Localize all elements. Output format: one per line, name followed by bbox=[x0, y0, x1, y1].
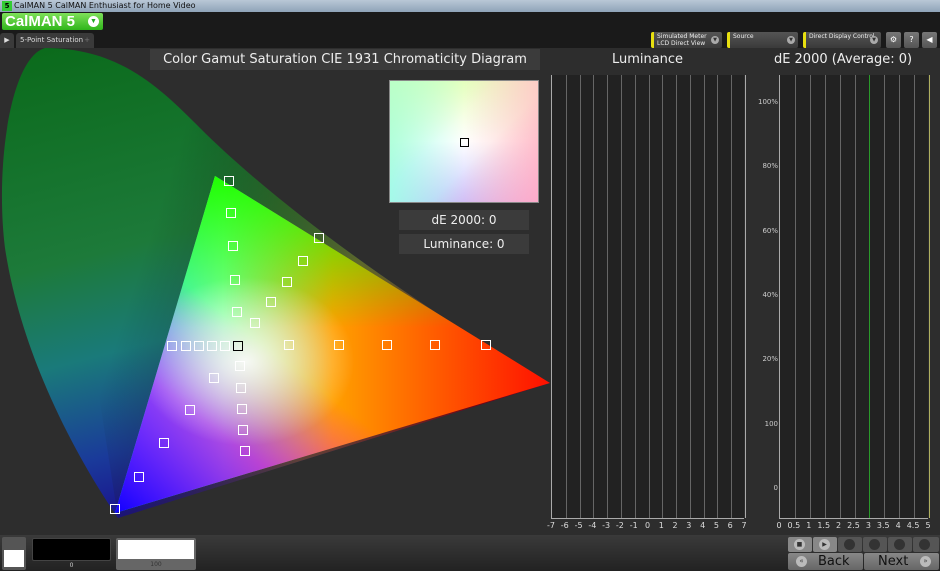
app-icon: 5 bbox=[2, 1, 12, 11]
x-tick-label: 7 bbox=[741, 521, 747, 530]
stop-icon: ■ bbox=[794, 539, 805, 550]
grid-line bbox=[794, 75, 796, 518]
grid-line bbox=[884, 75, 886, 518]
grid-line bbox=[593, 75, 595, 518]
tab-label: 5-Point Saturation bbox=[20, 36, 84, 44]
y-tick-label: 20% bbox=[762, 355, 778, 364]
grid-line bbox=[854, 75, 856, 518]
control-button[interactable] bbox=[863, 537, 887, 552]
grid-line bbox=[662, 75, 664, 518]
control-button[interactable] bbox=[913, 537, 939, 552]
control-button[interactable] bbox=[838, 537, 862, 552]
grid-line bbox=[676, 75, 678, 518]
double-chevron-left-icon: « bbox=[796, 556, 807, 567]
double-chevron-right-icon: » bbox=[920, 556, 931, 567]
grid-line bbox=[809, 75, 811, 518]
add-tab-icon[interactable]: + bbox=[84, 33, 90, 48]
back-label: Back bbox=[818, 554, 850, 569]
grid-line bbox=[620, 75, 622, 518]
next-button[interactable]: Next » bbox=[864, 553, 939, 570]
grid-line bbox=[607, 75, 609, 518]
play-button[interactable]: ▶ bbox=[813, 537, 837, 552]
window-title: CalMAN 5 CalMAN Enthusiast for Home Vide… bbox=[14, 1, 196, 10]
y-tick-label: 60% bbox=[762, 226, 778, 235]
circle-icon bbox=[844, 539, 855, 550]
y-tick-label: 40% bbox=[762, 290, 778, 299]
black-swatch[interactable] bbox=[32, 538, 111, 561]
luminance-readout: Luminance: 0 bbox=[399, 234, 529, 254]
black-swatch-label: 0 bbox=[69, 562, 74, 569]
swatch-toggle[interactable] bbox=[2, 537, 26, 570]
grid-line bbox=[689, 75, 691, 518]
tab-bar bbox=[0, 32, 940, 48]
collapse-icon[interactable]: ◀ bbox=[922, 32, 937, 48]
calman-menu-button[interactable]: CalMAN 5 ▼ bbox=[2, 13, 103, 30]
y-tick-label: 100% bbox=[757, 98, 778, 106]
grid-line bbox=[648, 75, 650, 518]
play-icon: ▶ bbox=[819, 539, 830, 550]
cie-title: Color Gamut Saturation CIE 1931 Chromati… bbox=[150, 49, 540, 70]
source-dropdown[interactable]: Source ▼ bbox=[727, 32, 798, 48]
white-swatch-fill bbox=[118, 540, 194, 559]
stop-button[interactable]: ■ bbox=[788, 537, 812, 552]
grid-line bbox=[899, 75, 901, 518]
control-button[interactable] bbox=[888, 537, 912, 552]
target-marker bbox=[460, 138, 469, 147]
logo-text: CalMAN 5 bbox=[5, 13, 76, 30]
y-tick-label: 80% bbox=[762, 162, 778, 171]
play-workflow-button[interactable]: ▶ bbox=[0, 33, 14, 48]
gear-icon[interactable]: ⚙ bbox=[886, 32, 901, 48]
y-tick-label: 100 bbox=[764, 419, 778, 428]
luminance-chart bbox=[551, 75, 746, 519]
de-readout: dE 2000: 0 bbox=[399, 210, 529, 230]
next-label: Next bbox=[878, 554, 909, 569]
threshold-line bbox=[869, 75, 871, 518]
grid-line bbox=[929, 75, 930, 518]
grid-line bbox=[579, 75, 581, 518]
grid-line bbox=[717, 75, 719, 518]
grid-line bbox=[565, 75, 567, 518]
grid-line bbox=[824, 75, 826, 518]
x-tick-label: 5 bbox=[925, 521, 931, 530]
grid-line bbox=[731, 75, 733, 518]
display-control-dropdown[interactable]: Direct Display Control ▼ bbox=[803, 32, 881, 48]
chevron-down-icon: ▼ bbox=[870, 36, 878, 44]
white-swatch-label: 100 bbox=[150, 561, 162, 568]
circle-icon bbox=[894, 539, 905, 550]
circle-icon bbox=[869, 539, 880, 550]
back-button[interactable]: « Back bbox=[788, 553, 863, 570]
white-swatch[interactable]: 100 bbox=[116, 538, 196, 570]
grid-line bbox=[634, 75, 636, 518]
meter-dropdown[interactable]: Simulated Meter LCD Direct View ▼ bbox=[651, 32, 722, 48]
de-chart-title: dE 2000 (Average: 0) bbox=[746, 49, 940, 70]
chevron-down-icon: ▼ bbox=[711, 36, 719, 44]
y-tick-label: 0 bbox=[773, 483, 778, 492]
chevron-down-icon: ▼ bbox=[787, 36, 795, 44]
grid-line bbox=[914, 75, 916, 518]
grid-line bbox=[703, 75, 705, 518]
tab-5-point-saturation[interactable]: 5-Point Saturation + bbox=[16, 33, 94, 48]
circle-icon bbox=[919, 539, 930, 550]
swatch-preview bbox=[4, 550, 24, 567]
chevron-down-icon: ▼ bbox=[88, 16, 99, 27]
de-chart bbox=[779, 75, 930, 519]
luminance-title: Luminance bbox=[549, 49, 746, 70]
grid-line bbox=[745, 75, 746, 518]
window-title-bar: 5 CalMAN 5 CalMAN Enthusiast for Home Vid… bbox=[0, 0, 940, 12]
zoom-inset bbox=[389, 80, 539, 203]
help-icon[interactable]: ? bbox=[904, 32, 919, 48]
grid-line bbox=[839, 75, 841, 518]
